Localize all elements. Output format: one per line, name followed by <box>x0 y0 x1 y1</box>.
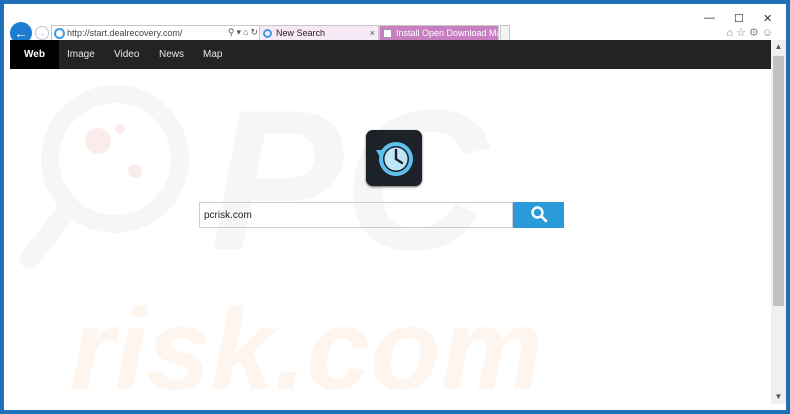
ie-tab-icon <box>263 29 272 38</box>
page-content: Web Image Video News Map PC risk.com <box>10 40 771 404</box>
scroll-up-arrow-icon[interactable]: ▲ <box>771 40 786 54</box>
close-tab-button[interactable]: × <box>370 26 375 41</box>
smiley-icon[interactable]: ☺ <box>762 27 776 39</box>
scroll-down-arrow-icon[interactable]: ▼ <box>771 390 786 404</box>
pcrisk-watermark: PC risk.com <box>20 69 543 404</box>
forward-button[interactable]: → <box>35 26 49 40</box>
search-button[interactable] <box>513 202 564 228</box>
browser-window: ← → http://start.dealrecovery.com/ ⚲▾⌂↻ … <box>3 3 787 411</box>
home-icon[interactable]: ⌂ <box>726 27 736 39</box>
vertical-scrollbar[interactable]: ▲ ▼ <box>771 40 786 404</box>
clock-restore-logo-icon <box>366 130 422 186</box>
watermark-logo-text: PC <box>210 69 490 292</box>
nav-web[interactable]: Web <box>10 40 59 69</box>
gear-icon[interactable]: ⚙ <box>749 27 762 39</box>
page-tab-icon <box>383 29 392 38</box>
maximize-button[interactable]: ☐ <box>734 12 744 25</box>
tab-label: Install Open Download Manage... <box>396 28 498 38</box>
scroll-thumb[interactable] <box>773 56 784 306</box>
search-icon <box>530 205 547 222</box>
tab-label: New Search <box>276 28 326 38</box>
address-tools[interactable]: ⚲▾⌂↻ <box>228 27 260 38</box>
nav-video[interactable]: Video <box>114 40 139 69</box>
minimize-button[interactable]: — <box>704 12 715 24</box>
address-text: http://start.dealrecovery.com/ <box>67 28 183 38</box>
star-icon[interactable]: ☆ <box>736 27 749 39</box>
site-navbar: Web Image Video News Map <box>10 40 771 69</box>
browser-right-icons: ⌂☆⚙☺ <box>726 26 776 39</box>
nav-image[interactable]: Image <box>67 40 95 69</box>
close-window-button[interactable]: ✕ <box>763 12 772 25</box>
nav-map[interactable]: Map <box>203 40 222 69</box>
search-input[interactable] <box>199 202 513 228</box>
watermark-text: risk.com <box>70 286 543 404</box>
nav-news[interactable]: News <box>159 40 184 69</box>
browser-toolbar: ← → http://start.dealrecovery.com/ ⚲▾⌂↻ … <box>4 4 786 44</box>
ie-page-icon <box>54 28 65 39</box>
